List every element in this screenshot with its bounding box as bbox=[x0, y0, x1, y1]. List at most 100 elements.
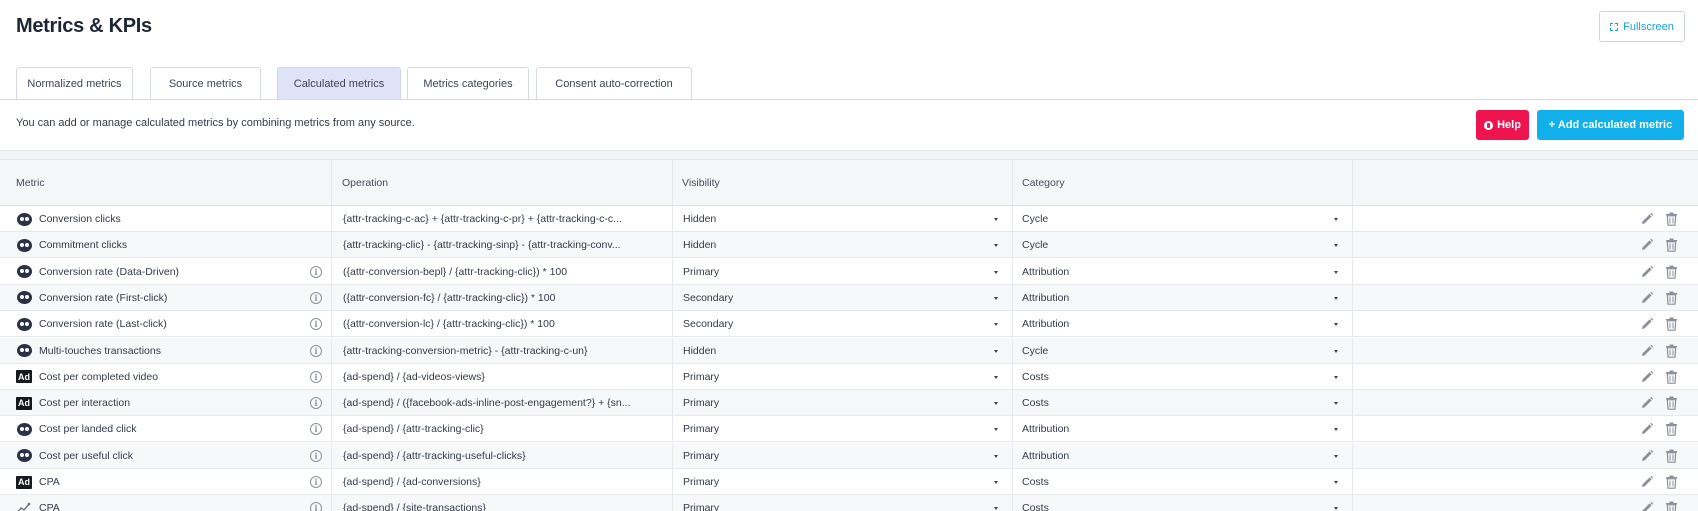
table-row[interactable]: Ad Cost per interaction i {ad-spend} / ({fa… bbox=[0, 390, 1698, 417]
category-select[interactable]: Attribution bbox=[1013, 416, 1353, 443]
edit-pencil-icon[interactable] bbox=[1640, 396, 1654, 410]
visibility-select[interactable]: Primary bbox=[673, 390, 1013, 417]
metric-name: Conversion rate (First-click) bbox=[39, 291, 168, 304]
delete-trash-icon[interactable] bbox=[1665, 396, 1678, 410]
edit-pencil-icon[interactable] bbox=[1640, 422, 1654, 436]
edit-pencil-icon[interactable] bbox=[1640, 317, 1654, 331]
delete-trash-icon[interactable] bbox=[1665, 475, 1678, 489]
edit-pencil-icon[interactable] bbox=[1640, 449, 1654, 463]
metric-name: CPA bbox=[39, 502, 60, 511]
help-button[interactable]: Help bbox=[1476, 110, 1529, 140]
info-icon[interactable]: i bbox=[310, 476, 322, 488]
category-select[interactable]: Costs bbox=[1013, 363, 1353, 390]
info-icon[interactable]: i bbox=[310, 265, 322, 278]
cell-operation[interactable]: ({attr-conversion-bepl} / {attr-tracking… bbox=[332, 258, 673, 285]
table-row[interactable]: Conversion clicks {attr-tracking-c-ac} + … bbox=[0, 206, 1698, 232]
category-select[interactable]: Cycle bbox=[1013, 232, 1353, 259]
edit-pencil-icon[interactable] bbox=[1640, 291, 1654, 305]
visibility-select[interactable]: Secondary bbox=[673, 311, 1013, 338]
delete-trash-icon[interactable] bbox=[1665, 238, 1678, 253]
info-icon[interactable]: i bbox=[310, 344, 322, 357]
visibility-select[interactable]: Primary bbox=[673, 363, 1013, 390]
cell-operation[interactable]: {ad-spend} / {site-transactions} bbox=[332, 495, 673, 511]
cell-operation[interactable]: ({attr-conversion-lc} / {attr-tracking-c… bbox=[332, 311, 673, 338]
visibility-select[interactable]: Primary bbox=[673, 495, 1013, 511]
info-icon[interactable]: i bbox=[310, 291, 322, 304]
delete-trash-icon[interactable] bbox=[1665, 212, 1678, 226]
delete-trash-icon[interactable] bbox=[1665, 449, 1678, 463]
tab-metrics-categories[interactable]: Metrics categories bbox=[407, 67, 529, 100]
category-select[interactable]: Cycle bbox=[1013, 337, 1353, 364]
info-icon[interactable]: i bbox=[310, 423, 322, 436]
table-row[interactable]: Cost per useful click i {ad-spend} / {attr… bbox=[0, 442, 1698, 469]
category-select[interactable]: Attribution bbox=[1013, 442, 1353, 469]
table-row[interactable]: Conversion rate (Last-click) i ({attr-conv… bbox=[0, 311, 1698, 338]
delete-trash-icon[interactable] bbox=[1665, 344, 1678, 358]
info-icon[interactable]: i bbox=[310, 502, 322, 511]
add-calculated-metric-button[interactable]: + Add calculated metric bbox=[1537, 110, 1684, 140]
category-select[interactable]: Costs bbox=[1013, 390, 1353, 417]
visibility-select[interactable]: Secondary bbox=[673, 284, 1013, 311]
cell-operation[interactable]: {ad-spend} / {ad-conversions} bbox=[332, 469, 673, 495]
cell-operation[interactable]: {ad-spend} / {ad-videos-views} bbox=[332, 363, 673, 390]
attribution-icon bbox=[16, 317, 32, 331]
category-select[interactable]: Attribution bbox=[1013, 311, 1353, 338]
visibility-select[interactable]: Primary bbox=[673, 258, 1013, 285]
visibility-select[interactable]: Hidden bbox=[673, 337, 1013, 364]
info-icon[interactable]: i bbox=[310, 449, 322, 462]
table-row[interactable]: Ad Cost per completed video i {ad-spend} / … bbox=[0, 363, 1698, 390]
delete-trash-icon[interactable] bbox=[1665, 291, 1678, 305]
cell-actions bbox=[1353, 469, 1698, 495]
fullscreen-button[interactable]: Fullscreen bbox=[1599, 11, 1685, 42]
caret-down-icon bbox=[994, 428, 998, 432]
table-row[interactable]: Commitment clicks {attr-tracking-clic} - … bbox=[0, 232, 1698, 259]
cell-operation[interactable]: {ad-spend} / {attr-tracking-useful-click… bbox=[332, 442, 673, 469]
header-metric[interactable]: Metric bbox=[0, 160, 332, 206]
edit-pencil-icon[interactable] bbox=[1640, 265, 1654, 279]
category-select[interactable]: Costs bbox=[1013, 469, 1353, 495]
edit-pencil-icon[interactable] bbox=[1640, 212, 1654, 226]
table-row[interactable]: Multi-touches transactions i {attr-trackin… bbox=[0, 337, 1698, 364]
category-select[interactable]: Costs bbox=[1013, 495, 1353, 511]
visibility-select[interactable]: Primary bbox=[673, 442, 1013, 469]
cell-operation[interactable]: {attr-tracking-c-ac} + {attr-tracking-c-… bbox=[332, 206, 673, 232]
visibility-select[interactable]: Hidden bbox=[673, 206, 1013, 232]
header-category[interactable]: Category bbox=[1013, 160, 1353, 206]
visibility-select[interactable]: Primary bbox=[673, 469, 1013, 495]
edit-pencil-icon[interactable] bbox=[1640, 475, 1654, 489]
category-select[interactable]: Attribution bbox=[1013, 284, 1353, 311]
category-select[interactable]: Cycle bbox=[1013, 206, 1353, 232]
info-icon[interactable]: i bbox=[310, 370, 322, 383]
edit-pencil-icon[interactable] bbox=[1640, 238, 1654, 252]
visibility-select[interactable]: Primary bbox=[673, 416, 1013, 443]
table-row[interactable]: Cost per landed click i {ad-spend} / {attr… bbox=[0, 416, 1698, 443]
tab-calculated-metrics[interactable]: Calculated metrics bbox=[277, 67, 401, 100]
cell-operation[interactable]: {attr-tracking-clic} - {attr-tracking-si… bbox=[332, 232, 673, 259]
table-row[interactable]: Conversion rate (First-click) i ({attr-con… bbox=[0, 284, 1698, 311]
tab-normalized-metrics[interactable]: Normalized metrics bbox=[16, 67, 133, 100]
cell-operation[interactable]: {attr-tracking-conversion-metric} - {att… bbox=[332, 337, 673, 364]
tab-consent-auto-correction[interactable]: Consent auto-correction bbox=[536, 67, 692, 100]
table-row[interactable]: Conversion rate (Data-Driven) i ({attr-con… bbox=[0, 258, 1698, 285]
delete-trash-icon[interactable] bbox=[1665, 501, 1678, 511]
edit-pencil-icon[interactable] bbox=[1640, 501, 1654, 511]
edit-pencil-icon[interactable] bbox=[1640, 344, 1654, 358]
delete-trash-icon[interactable] bbox=[1665, 265, 1678, 279]
header-operation[interactable]: Operation bbox=[332, 160, 673, 206]
table-row[interactable]: CPA i {ad-spend} / {site-transactions} Prim… bbox=[0, 495, 1698, 511]
cell-actions bbox=[1353, 495, 1698, 511]
visibility-select[interactable]: Hidden bbox=[673, 232, 1013, 259]
tab-source-metrics[interactable]: Source metrics bbox=[150, 67, 261, 100]
table-row[interactable]: Ad CPA i {ad-spend} / {ad-conversions} Prima… bbox=[0, 469, 1698, 495]
category-select[interactable]: Attribution bbox=[1013, 258, 1353, 285]
info-icon[interactable]: i bbox=[310, 397, 322, 410]
cell-operation[interactable]: ({attr-conversion-fc} / {attr-tracking-c… bbox=[332, 284, 673, 311]
delete-trash-icon[interactable] bbox=[1665, 422, 1678, 437]
header-visibility[interactable]: Visibility bbox=[673, 160, 1013, 206]
info-icon[interactable]: i bbox=[310, 318, 322, 331]
cell-operation[interactable]: {ad-spend} / ({facebook-ads-inline-post-… bbox=[332, 390, 673, 417]
cell-operation[interactable]: {ad-spend} / {attr-tracking-clic} bbox=[332, 416, 673, 443]
delete-trash-icon[interactable] bbox=[1665, 317, 1678, 331]
edit-pencil-icon[interactable] bbox=[1640, 370, 1654, 384]
delete-trash-icon[interactable] bbox=[1665, 370, 1678, 384]
